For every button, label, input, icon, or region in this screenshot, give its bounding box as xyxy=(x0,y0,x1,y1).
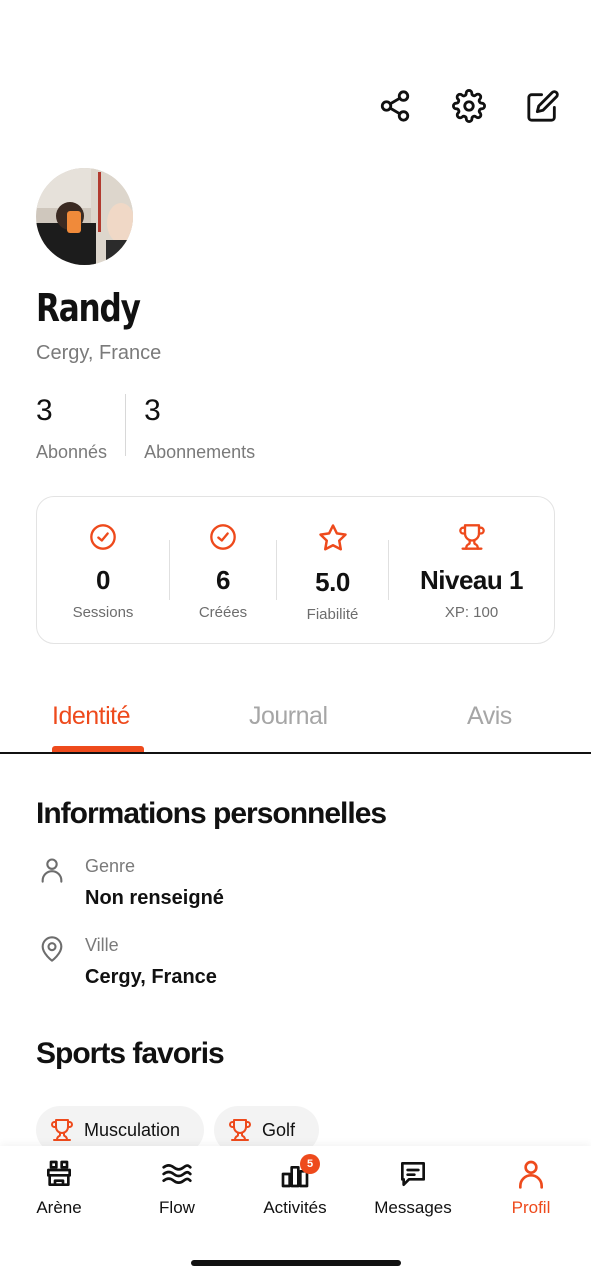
check-circle-icon xyxy=(210,524,236,550)
info-value: Cergy, France xyxy=(85,966,217,988)
nav-item-arena[interactable]: Arène xyxy=(4,1158,114,1218)
nav-label: Flow xyxy=(159,1198,195,1217)
star-icon xyxy=(318,524,347,551)
nav-item-activities[interactable]: 5 Activités xyxy=(240,1154,350,1218)
nav-item-messages[interactable]: Messages xyxy=(358,1158,468,1218)
edit-profile-button[interactable] xyxy=(525,88,561,124)
user-icon xyxy=(519,1160,543,1189)
tab-journal[interactable]: Journal xyxy=(249,702,328,731)
section-title-sports: Sports favoris xyxy=(36,1037,225,1070)
stat-value: 5.0 xyxy=(315,567,350,597)
follow-stats: 3 Abonnés 3 Abonnements xyxy=(36,394,255,463)
nav-label: Arène xyxy=(36,1198,82,1217)
trophy-icon xyxy=(229,1119,252,1141)
edit-icon xyxy=(527,90,559,122)
stat-level: Niveau 1 XP: 100 xyxy=(389,497,554,643)
followers-stat[interactable]: 3 Abonnés xyxy=(36,394,107,463)
settings-button[interactable] xyxy=(451,88,487,124)
trophy-icon xyxy=(51,1119,73,1141)
chip-label: Golf xyxy=(262,1119,296,1140)
following-stat[interactable]: 3 Abonnements xyxy=(144,394,255,463)
nav-label: Profil xyxy=(511,1198,551,1217)
avatar[interactable] xyxy=(36,168,133,265)
header-actions xyxy=(377,88,561,124)
tab-reviews[interactable]: Avis xyxy=(467,702,512,731)
check-circle-icon xyxy=(90,524,116,550)
stat-created: 6 Créées xyxy=(170,497,276,643)
info-key: Genre xyxy=(85,856,136,876)
stat-label: Créées xyxy=(198,604,248,621)
waves-icon xyxy=(162,1164,192,1184)
message-icon xyxy=(401,1162,425,1186)
section-title-personal-info: Informations personnelles xyxy=(36,797,387,830)
profile-name: Randy xyxy=(36,286,141,330)
stat-value: 6 xyxy=(216,565,230,595)
nav-item-profile[interactable]: Profil xyxy=(476,1158,586,1218)
stats-card: 0 Sessions 6 Créées 5.0 Fiabilité Niveau… xyxy=(36,496,555,644)
nav-label: Activités xyxy=(263,1198,327,1217)
stat-value: Niveau 1 xyxy=(420,565,523,595)
info-row-gender: Genre Non renseigné xyxy=(36,856,224,910)
home-indicator[interactable] xyxy=(191,1260,401,1266)
gear-icon xyxy=(452,89,486,123)
following-count: 3 xyxy=(144,394,161,427)
arena-icon xyxy=(47,1160,71,1186)
stat-reliability: 5.0 Fiabilité xyxy=(277,497,388,643)
location-pin-icon xyxy=(41,936,63,962)
followers-label: Abonnés xyxy=(36,442,108,462)
nav-item-flow[interactable]: Flow xyxy=(122,1158,232,1218)
share-button[interactable] xyxy=(377,88,413,124)
chip-label: Musculation xyxy=(84,1119,181,1140)
active-tab-indicator xyxy=(52,746,144,752)
followers-count: 3 xyxy=(36,394,53,427)
info-key: Ville xyxy=(85,935,119,955)
notification-badge: 5 xyxy=(300,1154,320,1174)
stat-label: Fiabilité xyxy=(306,606,359,623)
share-icon xyxy=(380,90,410,122)
trophy-icon xyxy=(458,524,485,550)
stat-value: 0 xyxy=(96,565,110,595)
tab-identity[interactable]: Identité xyxy=(52,702,131,731)
profile-location: Cergy, France xyxy=(36,342,162,364)
nav-label: Messages xyxy=(374,1198,452,1217)
stat-sessions: 0 Sessions xyxy=(37,497,169,643)
stat-label: Sessions xyxy=(72,604,134,621)
user-icon xyxy=(41,858,63,883)
info-value: Non renseigné xyxy=(85,887,224,909)
divider xyxy=(125,394,127,456)
profile-tabs: Identité Journal Avis xyxy=(0,688,591,754)
info-row-city: Ville Cergy, France xyxy=(36,935,217,989)
stat-label: XP: 100 xyxy=(444,604,499,621)
following-label: Abonnements xyxy=(144,442,256,462)
